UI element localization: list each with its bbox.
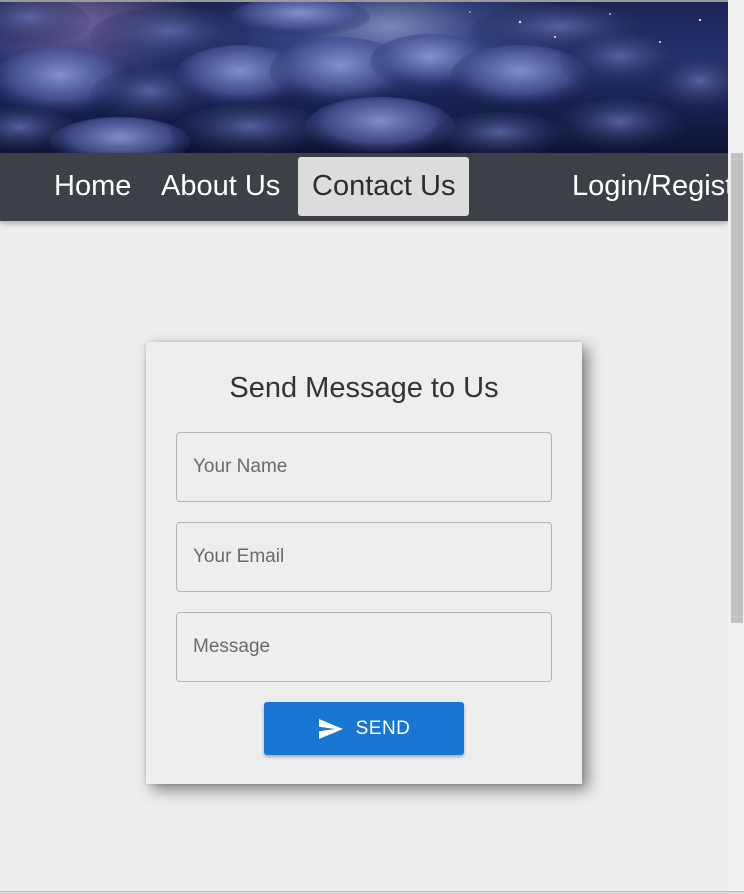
nav-login-register[interactable]: Login/Regist: [558, 157, 728, 216]
send-button[interactable]: SEND: [264, 702, 464, 755]
header-banner: [0, 0, 728, 153]
message-input[interactable]: [176, 612, 552, 682]
vertical-scrollbar-thumb[interactable]: [731, 153, 743, 623]
nav-home[interactable]: Home: [40, 157, 145, 216]
email-input[interactable]: [176, 522, 552, 592]
nav-about-us[interactable]: About Us: [147, 157, 294, 216]
cloud-banner-image: [0, 2, 728, 153]
name-input[interactable]: [176, 432, 552, 502]
send-icon: [318, 718, 344, 740]
nav-contact-us[interactable]: Contact Us: [298, 157, 470, 216]
contact-form-title: Send Message to Us: [229, 372, 499, 404]
contact-form-card: Send Message to Us SEND: [146, 342, 582, 784]
send-button-label: SEND: [355, 717, 411, 739]
page: Home About Us Contact Us Login/Regist Se…: [0, 0, 744, 894]
main-navbar: Home About Us Contact Us Login/Regist: [0, 153, 728, 221]
